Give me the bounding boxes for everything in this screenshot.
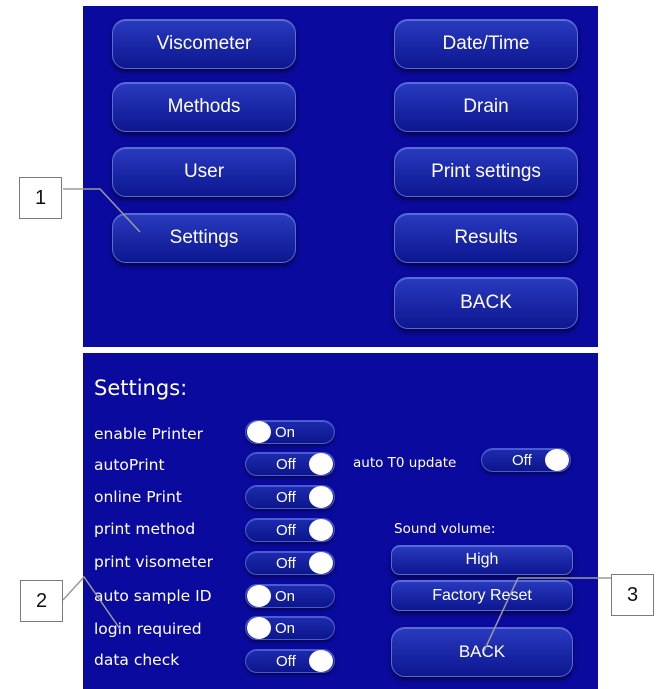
callout-2: 2	[20, 580, 63, 622]
callout-leader-lines	[62, 188, 612, 652]
callout-1: 1	[19, 177, 62, 219]
callout-3: 3	[611, 574, 654, 616]
